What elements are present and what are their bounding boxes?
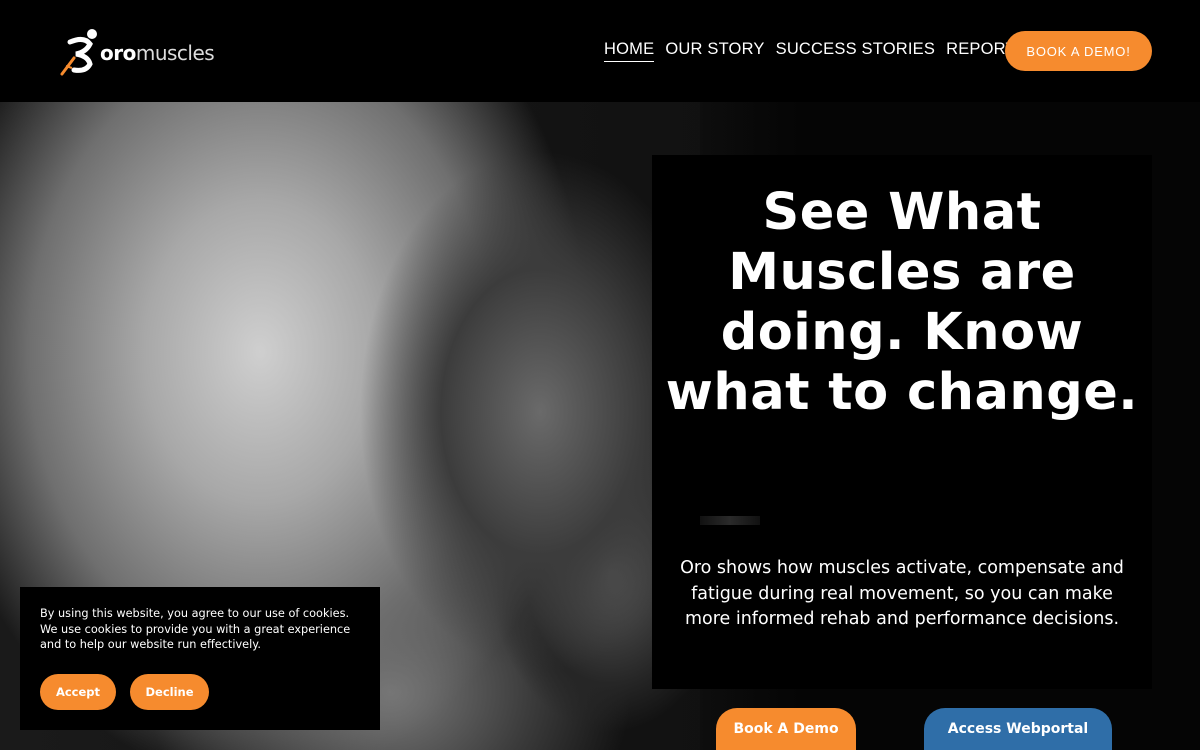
nav-item-our-story[interactable]: OUR STORY xyxy=(665,40,764,62)
access-webportal-button[interactable]: Access Webportal xyxy=(924,708,1112,750)
hero-subtitle: Oro shows how muscles activate, compensa… xyxy=(680,558,1124,629)
nav-item-home[interactable]: HOME xyxy=(604,40,655,62)
logo-name-light: muscles xyxy=(135,41,215,65)
cookie-decline-button[interactable]: Decline xyxy=(130,674,209,710)
hero-divider xyxy=(700,516,760,525)
nav-item-success-stories[interactable]: SUCCESS STORIES xyxy=(776,40,935,62)
hero-title: See What Muscles are doing. Know what to… xyxy=(665,183,1139,422)
cookie-accept-button[interactable]: Accept xyxy=(40,674,116,710)
logo-name-bold: oro xyxy=(100,41,136,65)
cookie-banner: By using this website, you agree to our … xyxy=(20,587,380,730)
hero-text-box: See What Muscles are doing. Know what to… xyxy=(652,155,1152,689)
main-nav: HOME OUR STORY SUCCESS STORIES REPORTS xyxy=(604,40,1027,62)
running-figure-icon xyxy=(60,29,97,76)
book-demo-header-button[interactable]: BOOK A DEMO! xyxy=(1005,31,1152,71)
book-demo-button[interactable]: Book A Demo xyxy=(716,708,856,750)
site-header: oromuscles HOME OUR STORY SUCCESS STORIE… xyxy=(0,0,1200,102)
logo-wordmark: oromuscles xyxy=(100,41,215,65)
cookie-text: By using this website, you agree to our … xyxy=(40,607,351,651)
logo[interactable]: oromuscles xyxy=(60,28,215,78)
